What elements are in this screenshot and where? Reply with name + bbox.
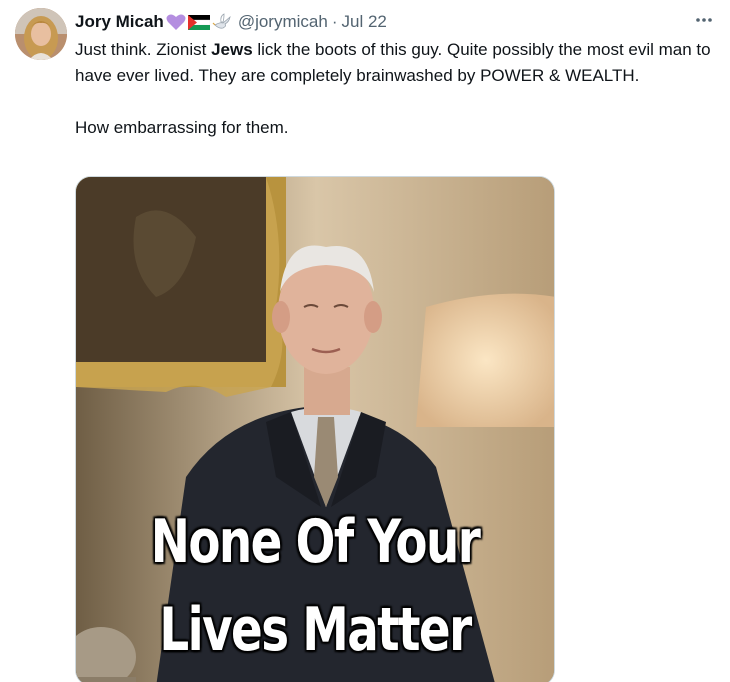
purple-heart-icon — [166, 13, 186, 31]
more-options-icon[interactable] — [692, 10, 716, 30]
author-handle[interactable]: @jorymicah — [238, 12, 328, 32]
text-segment: Just think. Zionist — [75, 40, 212, 59]
palestine-flag-icon — [187, 14, 210, 30]
separator: · — [331, 12, 338, 31]
tweet-text: Just think. Zionist Jews lick the boots … — [75, 37, 715, 141]
tweet-header: Jory Micah @jorymicah · Jul 22 — [75, 10, 387, 34]
hashtag-jews: Jews — [211, 40, 253, 59]
dove-icon — [212, 13, 232, 31]
tweet-text-paragraph-2: How embarrassing for them. — [75, 118, 289, 137]
image-caption-line-1: None Of Your — [150, 507, 481, 577]
tweet-text-paragraph-1: Just think. Zionist Jews lick the boots … — [75, 37, 715, 89]
image-caption-line-2: Lives Matter — [159, 595, 472, 665]
tweet-date[interactable]: Jul 22 — [341, 12, 386, 32]
avatar[interactable] — [15, 8, 67, 60]
tweet-image[interactable]: None Of Your Lives Matter — [75, 176, 555, 682]
tweet[interactable]: Jory Micah @jorymicah · Jul 22 Just thin… — [0, 0, 730, 682]
author-name[interactable]: Jory Micah — [75, 12, 164, 32]
